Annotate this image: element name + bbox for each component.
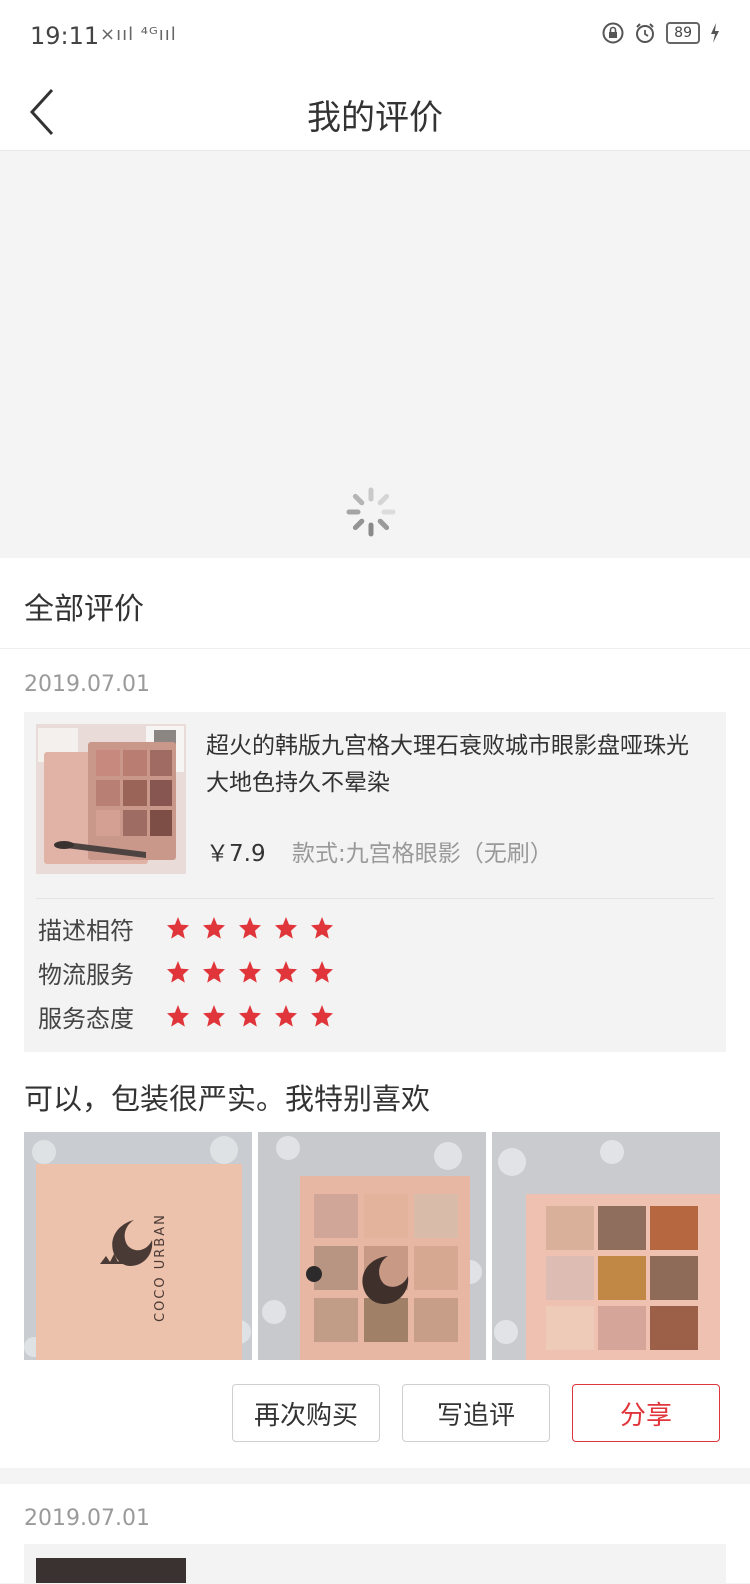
star-icon [311,917,333,939]
review-panel-next: 2019.07.01 [0,1484,750,1584]
star-icon [275,917,297,939]
star-icon [167,917,189,939]
eyeshadow-palette-image [36,724,186,874]
rating-label: 物流服务 [38,960,134,989]
product-card[interactable]: 超火的韩版九宫格大理石衰败城市眼影盘哑珠光大地色持久不晕染 ￥7.9 款式:九宫… [24,712,726,1052]
star-icon [167,961,189,983]
star-icon [311,961,333,983]
lock-icon [602,22,624,44]
review-date: 2019.07.01 [24,672,150,697]
loading-spinner-icon [346,487,396,537]
charging-icon [711,23,719,43]
nav-bar: 我的评价 [0,76,750,151]
status-bar: 19:11 ×ııl ⁴ᴳııl 89 [0,0,750,76]
photo-box-image: COCO URBAN [24,1132,252,1360]
star-icon [203,917,225,939]
page-title: 我的评价 [307,98,443,138]
star-icon [203,1005,225,1027]
signal-icon: ×ııl ⁴ᴳııl [100,24,177,45]
share-button[interactable]: 分享 [572,1384,720,1442]
star-icon [239,1005,261,1027]
product-price: ￥7.9 [206,841,266,867]
star-icon [239,961,261,983]
star-icon [239,917,261,939]
review-comment: 可以，包装很严实。我特别喜欢 [24,1082,431,1116]
product-thumbnail[interactable] [36,1558,186,1583]
rating-label: 描述相符 [38,916,134,945]
product-variant: 款式:九宫格眼影（无刷） [292,841,553,867]
rating-label: 服务态度 [38,1004,134,1033]
rebuy-button[interactable]: 再次购买 [232,1384,380,1442]
photo-palette-image [258,1132,486,1360]
review-actions: 再次购买 写追评 分享 [232,1384,720,1442]
star-rating [166,960,334,984]
star-rating [166,1004,334,1028]
review-photos: COCO URBAN [24,1132,720,1360]
review-date: 2019.07.01 [24,1506,150,1531]
rating-row: 描述相符 [38,908,334,948]
review-photo[interactable] [492,1132,720,1360]
star-icon [167,1005,189,1027]
section-title: 全部评价 [24,592,144,627]
rating-row: 服务态度 [38,996,334,1036]
product-thumbnail[interactable] [36,724,186,874]
photo-swatches-image [492,1132,720,1360]
brand-text: COCO URBAN [153,1213,168,1322]
star-rating [166,916,334,940]
status-time: 19:11 [30,22,100,50]
divider [0,648,750,649]
card-divider [36,898,714,899]
alarm-icon [636,23,655,43]
star-icon [311,1005,333,1027]
status-icons: 89 [602,22,720,44]
review-photo[interactable]: COCO URBAN [24,1132,252,1360]
star-icon [275,1005,297,1027]
review-panel: 全部评价 2019.07.01 超火的韩版九宫格大理石衰败城市眼影盘哑珠光大地色… [0,558,750,1468]
review-photo[interactable] [258,1132,486,1360]
star-icon [203,961,225,983]
rating-row: 物流服务 [38,952,334,992]
battery-icon: 89 [666,22,700,44]
star-icon [275,961,297,983]
product-name[interactable]: 超火的韩版九宫格大理石衰败城市眼影盘哑珠光大地色持久不晕染 [206,728,706,802]
write-followup-review-button[interactable]: 写追评 [402,1384,550,1442]
